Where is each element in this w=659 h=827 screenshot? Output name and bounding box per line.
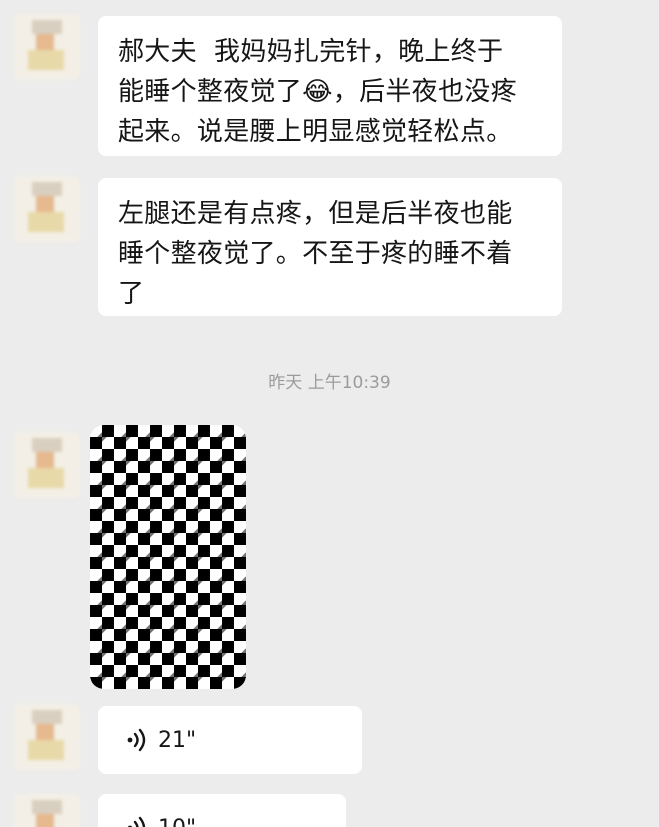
chat-window: 郝大夫 我妈妈扎完针，晚上终于 能睡个整夜觉了😂，后半夜也没疼 起来。说是腰上明… (0, 0, 659, 827)
image-message[interactable] (90, 425, 246, 689)
timestamp: 昨天 上午10:39 (268, 373, 391, 393)
voice-wave-icon (127, 728, 146, 752)
voice-message[interactable]: 10" (98, 794, 346, 827)
contact-avatar[interactable] (14, 704, 80, 770)
message-bubble[interactable]: 郝大夫 我妈妈扎完针，晚上终于 能睡个整夜觉了😂，后半夜也没疼 起来。说是腰上明… (98, 16, 562, 156)
message-text: 左腿还是有点疼，但是后半夜也能 睡个整夜觉了。不至于疼的睡不着 了 (118, 199, 513, 309)
voice-wave-icon (127, 816, 146, 827)
message-bubble[interactable]: 左腿还是有点疼，但是后半夜也能 睡个整夜觉了。不至于疼的睡不着 了 (98, 178, 562, 316)
voice-message[interactable]: 21" (98, 706, 362, 774)
contact-avatar[interactable] (14, 432, 80, 498)
voice-duration: 21" (158, 727, 197, 753)
contact-avatar[interactable] (14, 794, 80, 827)
contact-avatar[interactable] (14, 14, 80, 80)
voice-duration: 10" (158, 816, 196, 827)
contact-avatar[interactable] (14, 176, 80, 242)
message-text: 郝大夫 我妈妈扎完针，晚上终于 能睡个整夜觉了😂，后半夜也没疼 起来。说是腰上明… (118, 37, 517, 147)
